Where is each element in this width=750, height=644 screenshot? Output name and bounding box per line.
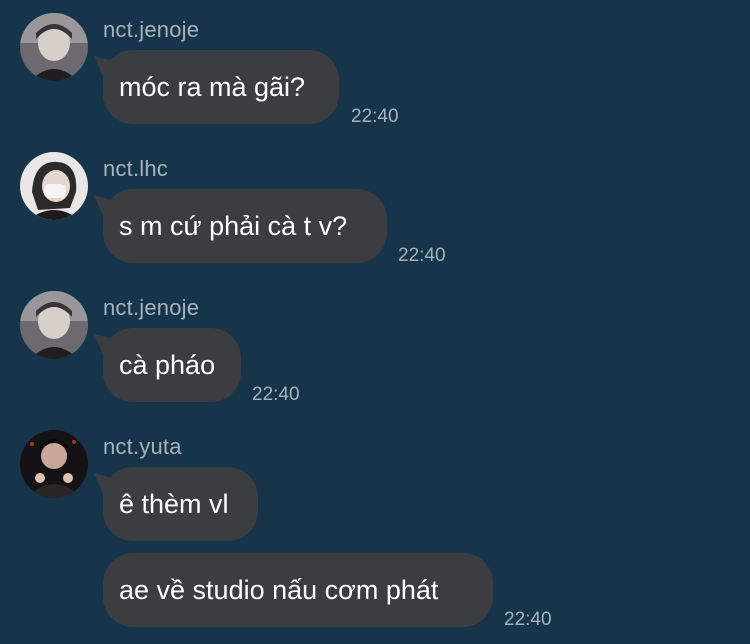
avatar[interactable]: [20, 13, 88, 81]
message-timestamp: 22:40: [504, 609, 552, 630]
sender-name: nct.yuta: [103, 434, 182, 459]
avatar[interactable]: [20, 152, 88, 220]
avatar[interactable]: [20, 291, 88, 359]
sender-name: nct.jenoje: [103, 17, 200, 42]
message-timestamp: 22:40: [398, 245, 446, 266]
avatar[interactable]: [20, 430, 88, 498]
profile-photo-icon: [20, 152, 88, 220]
message-bubble[interactable]: ae về studio nấu cơm phát: [103, 553, 493, 627]
message-bubble[interactable]: s m cứ phải cà t v?: [103, 189, 387, 263]
profile-photo-icon: [20, 13, 88, 81]
sender-name: nct.lhc: [103, 156, 168, 181]
message-bubble[interactable]: móc ra mà gãi?: [103, 50, 339, 124]
sender-name: nct.jenoje: [103, 295, 200, 320]
message-bubble[interactable]: ê thèm vl: [103, 467, 258, 541]
profile-photo-icon: [20, 430, 88, 498]
message-timestamp: 22:40: [252, 384, 300, 405]
profile-photo-icon: [20, 291, 88, 359]
message-timestamp: 22:40: [351, 106, 399, 127]
message-bubble[interactable]: cà pháo: [103, 328, 241, 402]
